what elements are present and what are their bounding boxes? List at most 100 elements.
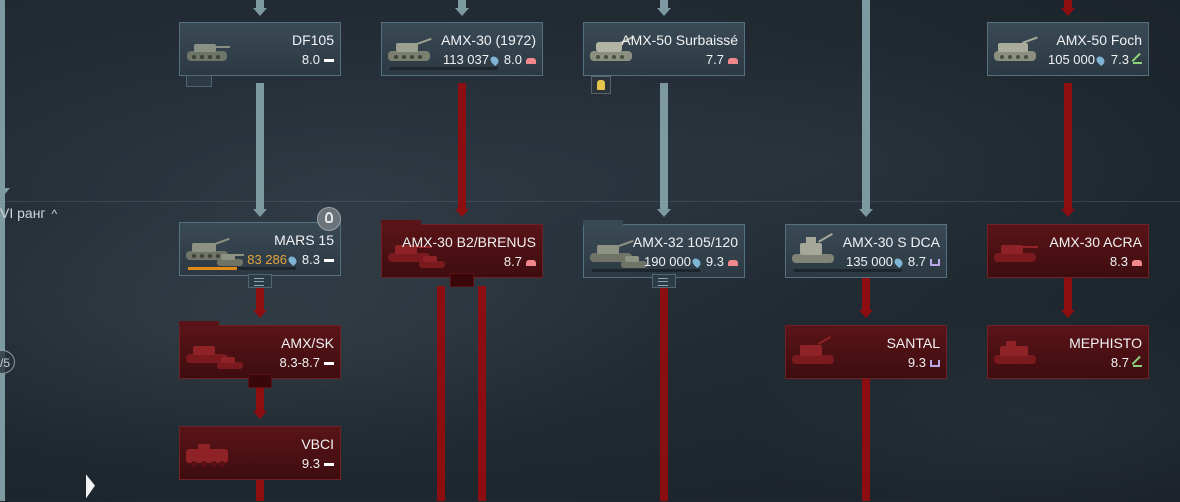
- card-tab: [179, 321, 219, 326]
- rank-timeline: [0, 0, 5, 501]
- tank-destroyer-icon: [994, 341, 1036, 364]
- medium-tank-icon: [526, 58, 536, 64]
- connector: [1064, 0, 1072, 8]
- rank-label: VI ранг: [0, 205, 46, 221]
- vehicle-card-df105[interactable]: DF105 8.0: [179, 22, 341, 76]
- rank-header[interactable]: VI ранг ^: [0, 205, 57, 221]
- connector: [478, 286, 486, 501]
- vehicle-card-santal[interactable]: SANTAL 9.3: [785, 325, 947, 379]
- tank-icon: [994, 36, 1038, 61]
- connector-arrow: [859, 310, 873, 318]
- research-cost: 113 037: [443, 52, 501, 67]
- spaa-icon: [792, 233, 834, 263]
- connector-arrow: [455, 209, 469, 217]
- rank-progress-badge: 0/5: [0, 350, 15, 374]
- connector: [458, 0, 466, 8]
- research-cost: 135 000: [846, 254, 905, 269]
- light-tank-icon: [324, 362, 334, 365]
- battle-rating: 8.7: [1111, 355, 1142, 370]
- connector-arrow: [253, 310, 267, 318]
- vehicle-card-mephisto[interactable]: MEPHISTO 8.7: [987, 325, 1149, 379]
- battle-rating: 9.3: [706, 254, 738, 269]
- vehicle-card-vbci[interactable]: VBCI 9.3: [179, 426, 341, 480]
- vehicle-card-amx30-s-dca[interactable]: 135 000 AMX-30 S DCA 8.7: [785, 224, 947, 278]
- battle-rating: 8.7: [504, 254, 536, 269]
- connector-arrow: [1061, 8, 1075, 16]
- connector-arrow: [657, 209, 671, 217]
- connector: [660, 286, 668, 501]
- connector-arrow: [657, 8, 671, 16]
- connector-arrow: [455, 8, 469, 16]
- research-cost: 83 286: [247, 252, 299, 267]
- research-cost: 190 000: [644, 254, 703, 269]
- medium-tank-icon: [1132, 260, 1142, 266]
- research-cost: 105 000: [1048, 52, 1107, 67]
- group-expand-button[interactable]: [652, 274, 676, 288]
- connector-arrow: [1061, 310, 1075, 318]
- tank-icon: [419, 256, 445, 268]
- research-progress-fill: [188, 267, 237, 270]
- battle-rating: 8.3: [1110, 254, 1142, 269]
- connector-arrow: [253, 411, 267, 419]
- battle-rating: 7.3: [1111, 52, 1142, 67]
- connector: [862, 277, 870, 310]
- spaa-icon: [930, 259, 940, 266]
- vehicle-name: AMX-50 Foch: [1056, 32, 1142, 48]
- vehicle-name: AMX-50 Surbaissé: [621, 32, 738, 48]
- tank-icon: [217, 357, 243, 369]
- connector: [1064, 277, 1072, 310]
- vehicle-name: AMX-32 105/120: [632, 234, 738, 250]
- vehicle-card-amx30-1972[interactable]: 113 037 AMX-30 (1972) 8.0: [381, 22, 543, 76]
- connector-arrow: [253, 8, 267, 16]
- research-points-icon: [892, 256, 905, 269]
- connector-arrow: [1061, 209, 1075, 217]
- lightbulb-icon[interactable]: [317, 207, 341, 231]
- battle-rating: 9.3: [908, 355, 940, 370]
- connector: [862, 0, 870, 209]
- research-points-icon: [488, 54, 501, 67]
- light-tank-icon: [324, 259, 334, 262]
- connector: [1064, 83, 1072, 209]
- tank-icon: [994, 245, 1038, 262]
- group-expand-button[interactable]: [450, 273, 474, 287]
- vehicle-card-amx-sk[interactable]: AMX/SK 8.3-8.7: [179, 321, 341, 379]
- vehicle-card-amx50-surbaisse[interactable]: AMX-50 Surbaissé 7.7: [583, 22, 745, 76]
- vehicle-name: AMX-30 (1972): [441, 32, 536, 48]
- vehicle-card-amx50-foch[interactable]: 105 000 AMX-50 Foch 7.3: [987, 22, 1149, 76]
- vehicle-card-mars15[interactable]: 83 286 MARS 15 8.3: [179, 222, 341, 276]
- battle-rating: 8.0: [302, 52, 334, 67]
- connector: [458, 83, 466, 209]
- connector-arrow: [859, 209, 873, 217]
- spaa-icon: [792, 336, 834, 364]
- vehicle-card-amx30-b2-brenus[interactable]: AMX-30 B2/BRENUS 8.7: [381, 220, 543, 278]
- tank-icon: [217, 254, 244, 266]
- vehicle-name: MARS 15: [274, 232, 334, 248]
- chevron-up-icon[interactable]: ^: [52, 207, 58, 221]
- group-expand-button[interactable]: [248, 374, 272, 388]
- tank-icon: [388, 37, 432, 61]
- card-tab: [381, 220, 421, 225]
- group-expand-button[interactable]: [248, 274, 272, 288]
- ifv-icon: [186, 444, 228, 467]
- research-progress-track: [390, 67, 498, 70]
- light-tank-icon: [324, 463, 334, 466]
- battle-rating: 8.3: [302, 252, 334, 267]
- tank-destroyer-icon: [1133, 358, 1142, 367]
- medium-tank-icon: [526, 260, 536, 266]
- battle-rating: 9.3: [302, 456, 334, 471]
- research-progress-track: [794, 269, 902, 272]
- connector: [862, 379, 870, 501]
- battle-rating: 8.0: [504, 52, 536, 67]
- medium-tank-icon: [728, 260, 738, 266]
- crew-skill-icon[interactable]: [591, 76, 611, 94]
- vehicle-card-amx32-105-120[interactable]: 190 000 AMX-32 105/120 9.3: [583, 220, 745, 278]
- research-points-icon: [1094, 54, 1107, 67]
- connector-arrow: [253, 209, 267, 217]
- research-progress-track: [188, 267, 296, 270]
- connector: [256, 83, 264, 209]
- battle-rating: 8.7: [908, 254, 940, 269]
- vehicle-name: SANTAL: [886, 335, 940, 351]
- vehicle-card-amx30-acra[interactable]: AMX-30 ACRA 8.3: [987, 224, 1149, 278]
- group-stub[interactable]: [186, 75, 212, 87]
- vehicle-name: VBCI: [301, 436, 334, 452]
